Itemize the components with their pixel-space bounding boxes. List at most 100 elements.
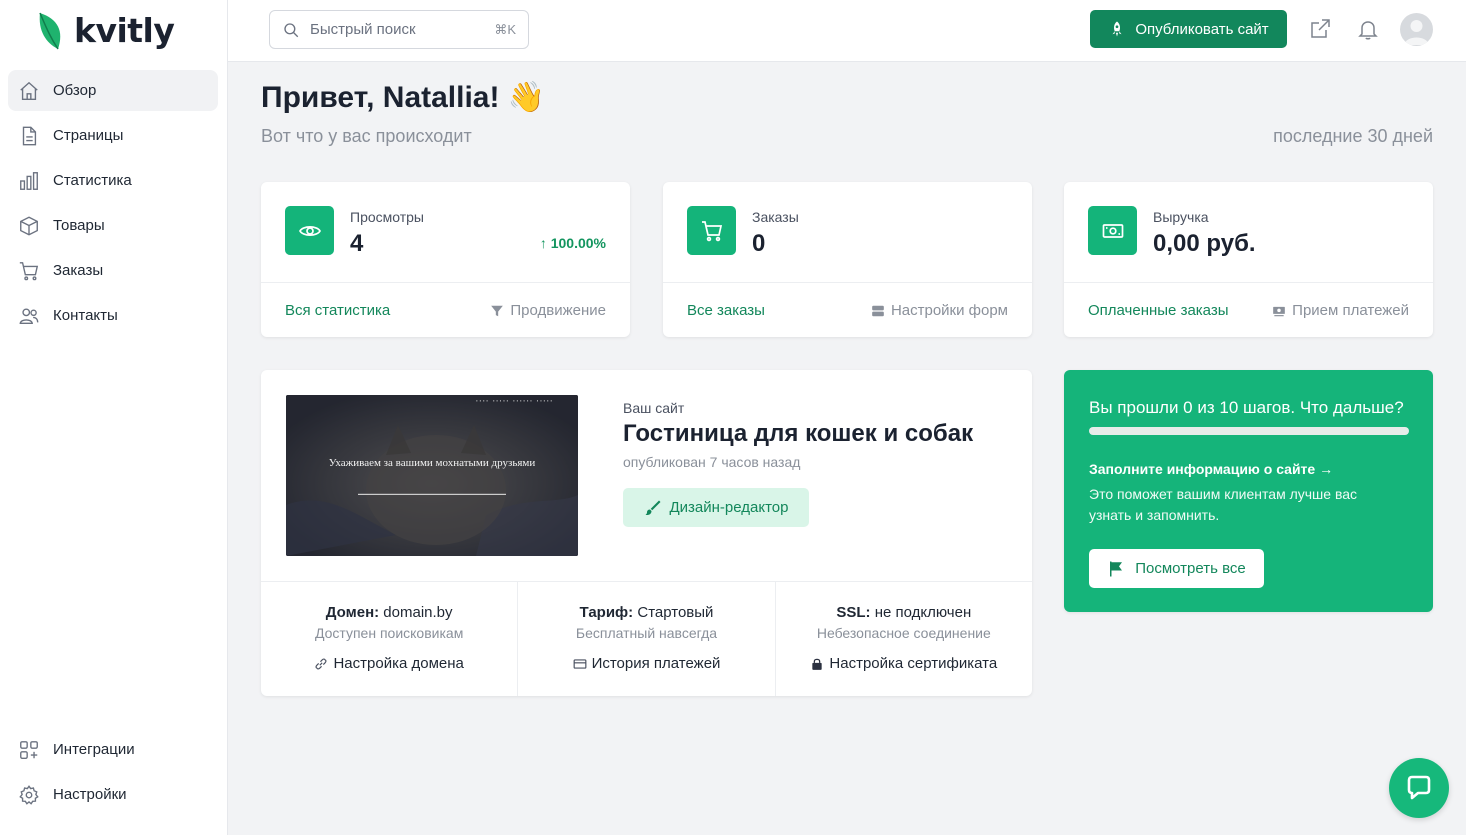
- view-all-label: Посмотреть все: [1135, 560, 1246, 577]
- sidebar-item-settings[interactable]: Настройки: [8, 774, 218, 815]
- all-orders-link[interactable]: Все заказы: [687, 302, 765, 319]
- site-card: ▪▪▪▪ ▪▪▪▪▪ ▪▪▪▪▪▪ ▪▪▪▪▪ Ухаживаем за ваш…: [261, 370, 1032, 696]
- stat-card-views: Просмотры 4 ↑ 100.00% Вся статистика Про…: [261, 182, 630, 337]
- form-settings-label: Настройки форм: [890, 302, 1008, 319]
- open-site-icon[interactable]: [1308, 17, 1332, 41]
- publish-site-button[interactable]: Опубликовать сайт: [1090, 10, 1287, 48]
- onboarding-card: Вы прошли 0 из 10 шагов. Что дальше? Зап…: [1064, 370, 1433, 612]
- ssl-value: не подключен: [874, 604, 972, 621]
- inbox-icon: [872, 305, 884, 316]
- view-all-button[interactable]: Посмотреть все: [1089, 549, 1264, 588]
- avatar[interactable]: [1400, 13, 1433, 46]
- sidebar-item-label: Статистика: [53, 172, 132, 189]
- search-shortcut: ⌘K: [494, 21, 516, 37]
- domain-settings-label: Настройка домена: [333, 655, 464, 672]
- domain-column: Домен: domain.by Доступен поисковикам На…: [261, 582, 519, 696]
- all-statistics-link[interactable]: Вся статистика: [285, 302, 390, 319]
- site-published-time: опубликован 7 часов назад: [623, 454, 801, 470]
- chat-icon: [1407, 775, 1431, 800]
- sidebar-item-products[interactable]: Товары: [8, 205, 218, 246]
- stat-value: 4: [350, 230, 364, 257]
- cat-photo: [286, 395, 578, 556]
- flag-icon: [1110, 561, 1123, 576]
- top-header: Быстрый поиск ⌘K Опубликовать сайт: [228, 0, 1466, 62]
- stat-label: Выручка: [1153, 209, 1209, 225]
- stat-label: Заказы: [752, 209, 799, 225]
- stat-value: 0,00 руб.: [1153, 230, 1256, 257]
- certificate-settings-label: Настройка сертификата: [829, 655, 998, 672]
- home-icon: [18, 80, 40, 102]
- lock-icon: [812, 658, 823, 670]
- stat-label: Просмотры: [350, 209, 424, 225]
- page-title: Привет, Natallia! 👋: [261, 81, 546, 114]
- promotion-link[interactable]: Продвижение: [490, 302, 606, 319]
- domain-settings-link[interactable]: Настройка домена: [314, 655, 464, 672]
- bell-icon[interactable]: [1356, 17, 1380, 41]
- sidebar-bottom-nav: Интеграции Настройки: [8, 729, 218, 819]
- cash-icon: [1273, 306, 1285, 316]
- certificate-settings-link[interactable]: Настройка сертификата: [810, 655, 997, 672]
- thumbnail-subtitle: ▬▬▬▬▬▬▬▬▬▬▬▬▬▬▬▬▬▬▬▬▬▬▬▬▬▬▬▬▬▬▬▬▬▬▬▬▬: [358, 491, 506, 496]
- filter-icon: [491, 305, 504, 316]
- chat-button[interactable]: [1389, 758, 1449, 818]
- bar-chart-icon: [18, 170, 40, 192]
- document-icon: [18, 125, 40, 147]
- brand-name: kvitly: [74, 10, 175, 50]
- grid-plus-icon: [18, 739, 40, 761]
- fill-site-info-link[interactable]: Заполните информацию о сайте →: [1089, 461, 1333, 477]
- plan-value: Стартовый: [637, 604, 714, 621]
- cart-icon: [18, 260, 40, 282]
- stat-delta: ↑ 100.00%: [539, 235, 606, 251]
- site-name: Гостиница для кошек и собак: [623, 420, 974, 447]
- site-label: Ваш сайт: [623, 400, 685, 416]
- design-editor-button[interactable]: Дизайн-редактор: [623, 488, 809, 527]
- thumbnail-title: Ухаживаем за вашими мохнатыми друзьями: [328, 457, 536, 469]
- form-settings-link[interactable]: Настройки форм: [871, 302, 1008, 319]
- logo[interactable]: kvitly: [36, 8, 175, 52]
- sidebar: kvitly Обзор Страницы Статистика Товары …: [0, 0, 228, 835]
- sidebar-item-orders[interactable]: Заказы: [8, 250, 218, 291]
- sidebar-nav: Обзор Страницы Статистика Товары Заказы …: [8, 70, 218, 340]
- sidebar-item-integrations[interactable]: Интеграции: [8, 729, 218, 770]
- stat-card-revenue: Выручка 0,00 руб. Оплаченные заказы Прие…: [1064, 182, 1433, 337]
- stat-value: 0: [752, 230, 766, 257]
- users-icon: [18, 305, 40, 327]
- link-icon: [315, 657, 328, 670]
- payments-label: Прием платежей: [1292, 302, 1409, 319]
- ssl-column: SSL: не подключен Небезопасное соединени…: [776, 582, 1032, 696]
- sidebar-item-label: Товары: [53, 217, 105, 234]
- sidebar-item-label: Страницы: [53, 127, 124, 144]
- site-thumbnail[interactable]: ▪▪▪▪ ▪▪▪▪▪ ▪▪▪▪▪▪ ▪▪▪▪▪ Ухаживаем за ваш…: [286, 395, 578, 556]
- sidebar-item-statistics[interactable]: Статистика: [8, 160, 218, 201]
- domain-key: Домен:: [325, 604, 380, 621]
- leaf-logo-icon: [39, 12, 61, 50]
- sidebar-item-label: Интеграции: [53, 741, 135, 758]
- eye-icon: [285, 206, 334, 255]
- sidebar-item-label: Заказы: [53, 262, 104, 279]
- plan-note: Бесплатный навсегда: [575, 625, 718, 641]
- period-selector[interactable]: последние 30 дней: [1273, 126, 1433, 147]
- plan-key: Тариф:: [579, 604, 634, 621]
- page-subtitle: Вот что у вас происходит: [261, 126, 472, 146]
- site-info-row: Домен: domain.by Доступен поисковикам На…: [261, 581, 1032, 696]
- cube-icon: [18, 215, 40, 237]
- onboarding-title: Вы прошли 0 из 10 шагов. Что дальше?: [1089, 398, 1404, 417]
- domain-value: domain.by: [383, 604, 453, 621]
- sidebar-item-overview[interactable]: Обзор: [8, 70, 218, 111]
- money-icon: [1088, 206, 1137, 255]
- plan-column: Тариф: Стартовый Бесплатный навсегда Ист…: [518, 582, 776, 696]
- search-icon: [284, 22, 299, 37]
- sidebar-item-pages[interactable]: Страницы: [8, 115, 218, 156]
- paid-orders-link[interactable]: Оплаченные заказы: [1088, 302, 1229, 319]
- sidebar-item-contacts[interactable]: Контакты: [8, 295, 218, 336]
- sidebar-item-label: Обзор: [53, 82, 97, 99]
- search-placeholder: Быстрый поиск: [310, 21, 416, 38]
- sidebar-item-label: Настройки: [53, 786, 127, 803]
- publish-label: Опубликовать сайт: [1135, 20, 1269, 38]
- search-input[interactable]: Быстрый поиск ⌘K: [269, 10, 529, 49]
- payments-link[interactable]: Прием платежей: [1272, 302, 1409, 319]
- design-editor-label: Дизайн-редактор: [669, 499, 789, 516]
- payment-history-link[interactable]: История платежей: [573, 655, 720, 672]
- ssl-key: SSL:: [836, 604, 871, 621]
- brush-icon: [645, 500, 660, 515]
